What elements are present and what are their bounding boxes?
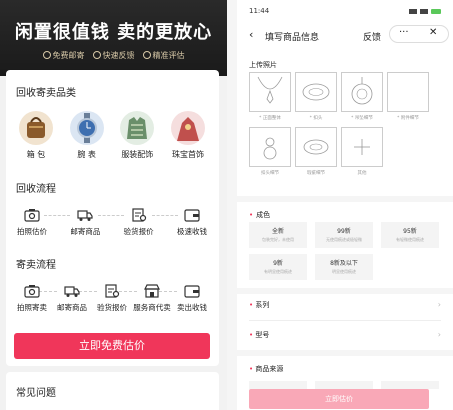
consign-step: 邮寄商品 — [52, 284, 92, 313]
consign-steps: 拍照寄卖 邮寄商品 验货报价 服务商代卖 卖出收钱 — [12, 284, 212, 313]
close-icon[interactable]: ✕ — [429, 27, 437, 38]
recycle-home-panel: 闲置很值钱 卖的更放心 免费邮寄 快速反馈 精准评估 回收寄卖品类 箱 包 腕 … — [0, 0, 227, 410]
sweater-icon — [120, 111, 155, 145]
source-row: • 商品来源 — [249, 365, 284, 373]
inspect-icon — [105, 284, 120, 298]
banner-tag: 精准评估 — [142, 50, 185, 61]
condition-option[interactable]: 95新 有轻微使用痕迹 — [381, 222, 439, 248]
photo-slot[interactable]: 其他 — [341, 127, 383, 176]
faq-card: 常见问题 — [6, 372, 219, 410]
photo-slot[interactable]: * 附件细节 — [387, 72, 429, 121]
banner-title: 闲置很值钱 卖的更放心 — [14, 22, 213, 43]
shop-icon — [144, 284, 160, 298]
screenshot-root: 闲置很值钱 卖的更放心 免费邮寄 快速反馈 精准评估 回收寄卖品类 箱 包 腕 … — [0, 0, 453, 410]
condition-option[interactable]: 全新 包装完好，未使用 — [249, 222, 307, 248]
necklace-front-icon — [249, 72, 291, 112]
consign-step: 拍照寄卖 — [12, 284, 52, 313]
section-divider — [237, 288, 453, 294]
status-time: 11:44 — [249, 7, 270, 15]
clasp-detail-icon — [249, 127, 291, 167]
banner-tag: 快速反馈 — [92, 50, 135, 61]
feedback-button[interactable]: 反馈 — [363, 30, 381, 43]
recycle-step: 验货报价 — [119, 208, 159, 237]
recycle-step: 极速收钱 — [172, 208, 212, 237]
capsule-menu: ··· ✕ — [389, 25, 449, 43]
category-clothing[interactable]: 服装配饰 — [113, 111, 161, 160]
more-icon[interactable]: ··· — [399, 27, 409, 38]
model-row[interactable]: • 型号 › — [249, 330, 441, 344]
photo-slot[interactable]: * 扣头 — [295, 72, 337, 121]
submit-valuation-button[interactable]: 立即估价 — [249, 389, 429, 409]
consign-step: 卖出收钱 — [172, 284, 212, 313]
camera-icon — [24, 285, 40, 298]
category-jewelry[interactable]: 珠宝首饰 — [164, 111, 212, 160]
series-row[interactable]: • 系列 › — [249, 300, 441, 314]
page-title: 填写商品信息 — [265, 33, 320, 43]
hero-banner: 闲置很值钱 卖的更放心 免费邮寄 快速反馈 精准评估 — [0, 0, 227, 76]
logo-tag-icon — [295, 127, 337, 167]
condition-title: • 成色 — [249, 211, 271, 219]
check-circle-icon — [42, 51, 51, 59]
recycle-flow-title: 回收流程 — [16, 184, 56, 195]
source-option[interactable] — [249, 381, 307, 389]
truck-icon — [77, 210, 93, 221]
category-bags[interactable]: 箱 包 — [12, 111, 60, 160]
jewelry-icon — [170, 111, 205, 145]
truck-icon — [64, 286, 80, 297]
plus-icon — [341, 127, 383, 167]
category-list: 箱 包 腕 表 服装配饰 珠宝首饰 — [12, 111, 212, 160]
faq-title: 常见问题 — [16, 388, 56, 399]
handbag-icon — [19, 111, 53, 145]
source-options — [249, 381, 439, 389]
section-divider — [237, 196, 453, 202]
pendant-icon — [341, 72, 383, 112]
source-option[interactable] — [315, 381, 373, 389]
upload-photos-title: 上传照片 — [249, 61, 277, 69]
condition-option[interactable]: 9新 有明显使用痕迹 — [249, 254, 307, 280]
service-card: 回收寄卖品类 箱 包 腕 表 服装配饰 珠宝首饰 回收流程 拍照估价 邮寄商品 … — [6, 70, 219, 366]
source-option[interactable] — [381, 381, 439, 389]
photo-slot[interactable]: * 正面整体 — [249, 72, 291, 121]
back-icon[interactable]: ‹ — [249, 28, 253, 41]
photo-slot[interactable]: * 吊坠细节 — [341, 72, 383, 121]
categories-title: 回收寄卖品类 — [16, 88, 76, 99]
condition-option[interactable]: 8新及以下 明显使用痕迹 — [315, 254, 373, 280]
section-divider — [237, 350, 453, 356]
consign-flow-title: 寄卖流程 — [16, 260, 56, 271]
inspect-icon — [132, 208, 146, 222]
banner-tag: 免费邮寄 — [42, 50, 85, 61]
chevron-right-icon: › — [437, 300, 441, 309]
recycle-steps: 拍照估价 邮寄商品 验货报价 极速收钱 — [12, 208, 212, 237]
product-info-form-panel: 11:44 ‹ 填写商品信息 反馈 ··· ✕ 上传照片 * 正面整体 * 扣头… — [237, 0, 453, 410]
recycle-step: 邮寄商品 — [65, 208, 105, 237]
blank-photo-icon — [387, 72, 429, 112]
photo-slot[interactable]: 扣头细节 — [249, 127, 291, 176]
row-divider — [249, 320, 441, 321]
watch-icon — [69, 111, 104, 145]
nav-bar: ‹ 填写商品信息 反馈 ··· ✕ — [237, 22, 453, 48]
category-watches[interactable]: 腕 表 — [63, 111, 111, 160]
check-circle-icon — [92, 51, 101, 59]
wifi-icon — [420, 8, 428, 14]
photo-slot[interactable]: 瑕疵细节 — [295, 127, 337, 176]
free-valuation-button[interactable]: 立即免费估价 — [14, 333, 210, 359]
condition-option[interactable]: 99新 无使用痕迹或极轻微 — [315, 222, 373, 248]
recycle-step: 拍照估价 — [12, 208, 52, 237]
camera-icon — [24, 209, 40, 222]
wallet-icon — [184, 285, 200, 298]
check-circle-icon — [142, 51, 151, 59]
signal-icon — [409, 8, 417, 14]
photo-upload-grid: * 正面整体 * 扣头 * 吊坠细节 * 附件细节 扣头细节 瑕疵细节 其他 — [249, 72, 441, 176]
condition-options: 全新 包装完好，未使用 99新 无使用痕迹或极轻微 95新 有轻微使用痕迹 9新… — [249, 222, 439, 280]
consign-step: 服务商代卖 — [132, 284, 172, 313]
banner-tags: 免费邮寄 快速反馈 精准评估 — [0, 50, 227, 61]
chevron-right-icon: › — [437, 330, 441, 339]
consign-step: 验货报价 — [92, 284, 132, 313]
battery-icon — [431, 8, 441, 14]
clasp-logo-icon — [295, 72, 337, 112]
status-icons — [409, 8, 441, 14]
status-bar: 11:44 — [237, 0, 453, 22]
wallet-icon — [184, 209, 200, 222]
